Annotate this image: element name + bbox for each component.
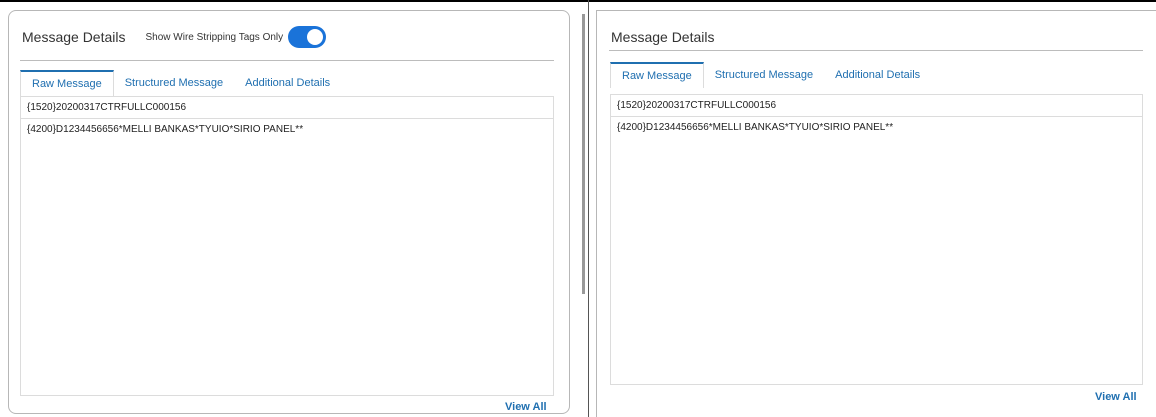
right-tab-additional-details[interactable]: Additional Details: [824, 62, 931, 88]
wire-stripping-toggle-label: Show Wire Stripping Tags Only: [145, 31, 284, 43]
left-message-line: {4200}D1234456656*MELLI BANKAS*TYUIO*SIR…: [27, 124, 304, 135]
left-tab-structured-message[interactable]: Structured Message: [114, 70, 234, 96]
panel-divider: [588, 0, 589, 417]
right-tab-raw-message[interactable]: Raw Message: [610, 62, 704, 88]
top-border: [0, 0, 1156, 2]
left-raw-message-content: {1520}20200317CTRFULLC000156 {4200}D1234…: [20, 96, 554, 396]
left-panel-header: Message Details Show Wire Stripping Tags…: [22, 26, 327, 48]
left-tab-raw-message[interactable]: Raw Message: [20, 70, 114, 96]
left-tab-bar: Raw Message Structured Message Additiona…: [20, 70, 341, 96]
right-panel-header: Message Details: [611, 29, 715, 45]
toggle-knob: [307, 29, 324, 45]
left-panel-title: Message Details: [22, 29, 126, 45]
left-message-line: {1520}20200317CTRFULLC000156: [21, 97, 553, 119]
right-tab-bar: Raw Message Structured Message Additiona…: [610, 62, 931, 88]
splitter-handle[interactable]: [582, 14, 585, 294]
right-tab-structured-message[interactable]: Structured Message: [704, 62, 824, 88]
left-tab-additional-details[interactable]: Additional Details: [234, 70, 341, 96]
right-view-all-link[interactable]: View All: [1095, 391, 1137, 403]
right-panel-title: Message Details: [611, 29, 715, 45]
left-header-rule: [20, 60, 554, 61]
right-message-line: {4200}D1234456656*MELLI BANKAS*TYUIO*SIR…: [617, 122, 894, 133]
right-raw-message-content: {1520}20200317CTRFULLC000156 {4200}D1234…: [610, 94, 1143, 385]
right-header-rule: [609, 50, 1143, 51]
wire-stripping-toggle[interactable]: [288, 26, 327, 48]
right-message-line: {1520}20200317CTRFULLC000156: [611, 95, 1142, 117]
left-view-all-link[interactable]: View All: [505, 401, 547, 413]
